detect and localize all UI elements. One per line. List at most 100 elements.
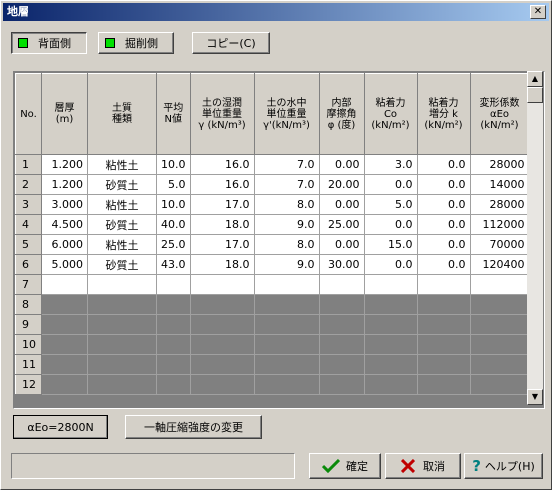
cell-n[interactable]: 25.0 [156,234,191,255]
table-row[interactable]: 6 5.000 砂質土 43.0 18.0 9.0 30.00 0.0 0.0 120400 [15,254,530,275]
row-number[interactable]: 2 [15,174,42,195]
cell-sub[interactable]: 9.0 [253,214,320,235]
cell-k[interactable]: 0.0 [416,254,471,275]
cell-soil[interactable]: 砂質土 [87,214,157,235]
empty-cell[interactable] [363,274,418,295]
cell-aeo[interactable]: 112000 [469,214,530,235]
cell-co[interactable]: 0.0 [363,174,418,195]
cell-thickness[interactable]: 1.200 [41,154,88,175]
cell-aeo[interactable]: 28000 [469,194,530,215]
cancel-label: 取消 [423,460,445,473]
cell-soil[interactable]: 砂質土 [87,174,157,195]
cell-soil[interactable]: 砂質土 [87,254,157,275]
cell-co[interactable]: 5.0 [363,194,418,215]
row-number[interactable]: 4 [15,214,42,235]
ok-button[interactable]: 確定 [309,453,381,479]
aeo-label: αEo=2800N [27,420,94,434]
scroll-down-icon[interactable]: ▼ [527,389,543,405]
cell-sub[interactable]: 8.0 [253,194,320,215]
scroll-thumb[interactable] [527,87,543,103]
uniaxial-change-button[interactable]: 一軸圧縮強度の変更 [125,415,262,439]
table-row[interactable]: 3 3.000 粘性土 10.0 17.0 8.0 0.00 5.0 0.0 28000 [15,194,530,215]
row-number[interactable]: 3 [15,194,42,215]
cell-k[interactable]: 0.0 [416,234,471,255]
cell-sub[interactable]: 7.0 [253,154,320,175]
vertical-scrollbar[interactable]: ▲ ▼ [527,71,543,405]
cell-sub[interactable]: 8.0 [253,234,320,255]
empty-cell [318,314,365,335]
cell-n[interactable]: 5.0 [156,174,191,195]
cell-sub[interactable]: 7.0 [253,174,320,195]
empty-cell [41,294,88,315]
cell-co[interactable]: 0.0 [363,254,418,275]
back-side-label: 背面側 [38,37,71,50]
cell-aeo[interactable]: 14000 [469,174,530,195]
empty-cell[interactable] [318,274,365,295]
ok-label: 確定 [346,460,368,473]
table-row[interactable]: 1 1.200 粘性土 10.0 16.0 7.0 0.00 3.0 0.0 28000 [15,154,530,175]
cell-thickness[interactable]: 1.200 [41,174,88,195]
cell-k[interactable]: 0.0 [416,154,471,175]
cell-n[interactable]: 10.0 [156,194,191,215]
table-row[interactable]: 5 6.000 粘性土 25.0 17.0 8.0 0.00 15.0 0.0 70000 [15,234,530,255]
cell-wet[interactable]: 16.0 [189,154,255,175]
table-row[interactable]: 7 [15,274,530,295]
cell-phi[interactable]: 0.00 [318,234,365,255]
row-number[interactable]: 1 [15,154,42,175]
cell-phi[interactable]: 20.00 [318,174,365,195]
col-header-no: No. [15,73,42,155]
cell-k[interactable]: 0.0 [416,174,471,195]
header-text: N値 [164,114,182,125]
empty-cell[interactable] [156,274,191,295]
cell-soil[interactable]: 粘性土 [87,194,157,215]
cell-thickness[interactable]: 6.000 [41,234,88,255]
excavation-side-button[interactable]: 掘削側 [98,32,174,54]
empty-cell[interactable] [189,274,255,295]
cell-phi[interactable]: 30.00 [318,254,365,275]
cell-co[interactable]: 15.0 [363,234,418,255]
cell-k[interactable]: 0.0 [416,194,471,215]
back-side-button[interactable]: 背面側 [11,32,87,54]
cell-co[interactable]: 3.0 [363,154,418,175]
cell-n[interactable]: 43.0 [156,254,191,275]
copy-button[interactable]: コピー(C) [192,32,270,54]
cell-thickness[interactable]: 4.500 [41,214,88,235]
empty-cell[interactable] [253,274,320,295]
cell-phi[interactable]: 0.00 [318,194,365,215]
table-row[interactable]: 4 4.500 砂質土 40.0 18.0 9.0 25.00 0.0 0.0 112000 [15,214,530,235]
row-number[interactable]: 6 [15,254,42,275]
cell-co[interactable]: 0.0 [363,214,418,235]
empty-cell[interactable] [469,274,530,295]
cell-thickness[interactable]: 5.000 [41,254,88,275]
cell-soil[interactable]: 粘性土 [87,234,157,255]
cell-phi[interactable]: 25.00 [318,214,365,235]
cell-wet[interactable]: 16.0 [189,174,255,195]
cell-aeo[interactable]: 28000 [469,154,530,175]
table-row[interactable]: 2 1.200 砂質土 5.0 16.0 7.0 20.00 0.0 0.0 14000 [15,174,530,195]
cell-wet[interactable]: 18.0 [189,214,255,235]
scroll-up-icon[interactable]: ▲ [527,71,543,87]
cell-n[interactable]: 40.0 [156,214,191,235]
cell-thickness[interactable]: 3.000 [41,194,88,215]
close-button[interactable]: ✕ [530,5,546,19]
header-text: (kN/m²) [371,119,410,131]
empty-cell[interactable] [41,274,88,295]
cell-sub[interactable]: 9.0 [253,254,320,275]
cell-soil[interactable]: 粘性土 [87,154,157,175]
cell-wet[interactable]: 17.0 [189,194,255,215]
empty-cell[interactable] [87,274,157,295]
cell-wet[interactable]: 18.0 [189,254,255,275]
cell-wet[interactable]: 17.0 [189,234,255,255]
empty-cell [318,294,365,315]
empty-cell[interactable] [416,274,471,295]
cell-k[interactable]: 0.0 [416,214,471,235]
help-button[interactable]: ? ヘルプ(H) [464,453,543,479]
aeo-button[interactable]: αEo=2800N [13,415,108,439]
row-number[interactable]: 5 [15,234,42,255]
cell-phi[interactable]: 0.00 [318,154,365,175]
cell-aeo[interactable]: 120400 [469,254,530,275]
cell-aeo[interactable]: 70000 [469,234,530,255]
empty-cell [253,354,320,375]
cell-n[interactable]: 10.0 [156,154,191,175]
cancel-button[interactable]: 取消 [385,453,461,479]
